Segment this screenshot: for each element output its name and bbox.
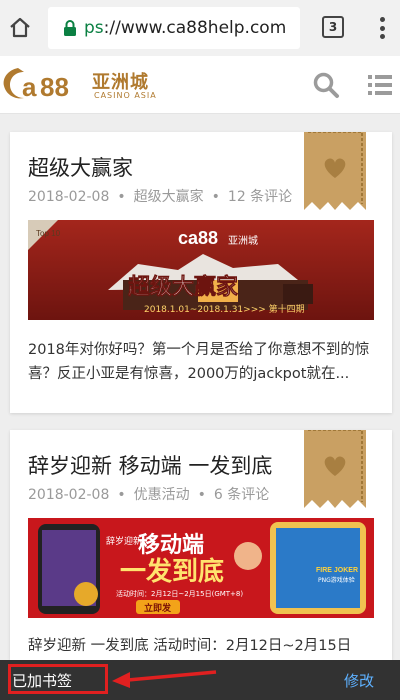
address-bar[interactable]: ps://www.ca88help.com	[48, 7, 300, 49]
more-menu-icon[interactable]	[374, 14, 390, 42]
svg-text:a: a	[22, 72, 37, 102]
post-title[interactable]: 超级大赢家	[28, 152, 133, 182]
post-category[interactable]: 超级大赢家	[134, 189, 204, 205]
url-scheme: ps	[84, 18, 104, 38]
post-excerpt: 2018年对你好吗？第一个月是否给了你意想不到的惊喜？反正小亚是有惊喜，2000…	[28, 342, 370, 382]
post-date: 2018-02-08	[28, 487, 110, 503]
post-banner-image[interactable]: 辞岁迎新 移动端 一发到底 活动时间：2月12日~2月15日(GMT+8) 立即…	[28, 518, 374, 618]
banner-subline: 2018.1.01~2018.1.31>>> 第十四期	[144, 303, 305, 315]
search-icon[interactable]	[312, 71, 340, 99]
post-category[interactable]: 优惠活动	[134, 487, 190, 503]
browser-toolbar: ps://www.ca88help.com 3	[0, 0, 400, 56]
logo-mark: a 88	[3, 68, 69, 102]
post-comments[interactable]: 6 条评论	[214, 487, 269, 503]
banner-cta: 立即发	[144, 602, 172, 614]
banner-game-sub: PNG游戏体验	[318, 576, 355, 584]
favorite-ribbon-icon[interactable]	[304, 430, 366, 508]
url-host: ://www.ca88help.com	[103, 18, 287, 38]
annotation-arrow-icon	[112, 670, 217, 688]
highlight-box	[8, 664, 108, 694]
post-meta: 2018-02-08 • 优惠活动 • 6 条评论	[28, 487, 270, 503]
banner-tag: 辞岁迎新	[106, 535, 142, 547]
post-card[interactable]: 辞岁迎新 移动端 一发到底 2018-02-08 • 优惠活动 • 6 条评论 辞岁迎新…	[10, 430, 392, 660]
post-comments[interactable]: 12 条评论	[228, 189, 292, 205]
banner-headline-2: 一发到底	[120, 556, 224, 587]
post-excerpt: 辞岁迎新 一发到底 活动时间：2月12日~2月15日	[28, 638, 352, 654]
tab-switcher-button[interactable]: 3	[322, 16, 344, 38]
menu-list-icon[interactable]	[366, 72, 394, 98]
post-card[interactable]: 超级大赢家 2018-02-08 • 超级大赢家 • 12 条评论 Top 10 ca8…	[10, 132, 392, 413]
post-date: 2018-02-08	[28, 189, 110, 205]
banner-date-range: 活动时间：2月12日~2月15日(GMT+8)	[116, 589, 243, 598]
favorite-ribbon-icon[interactable]	[304, 132, 366, 210]
post-title[interactable]: 辞岁迎新 移动端 一发到底	[28, 450, 272, 480]
banner-headline-1: 移动端	[138, 532, 204, 558]
lock-icon	[64, 20, 76, 36]
banner-headline: 超级大赢家	[128, 274, 239, 300]
banner-logo-cn: 亚洲城	[228, 235, 258, 247]
site-header: a 88 亚洲城 CASINO ASIA	[0, 56, 400, 114]
banner-badge: Top 10	[36, 229, 61, 238]
banner-logo: ca88	[178, 228, 218, 248]
home-icon[interactable]	[6, 14, 34, 42]
post-meta: 2018-02-08 • 超级大赢家 • 12 条评论	[28, 189, 293, 205]
brand-english: CASINO ASIA	[94, 91, 157, 100]
post-banner-image[interactable]: Top 10 ca88 亚洲城 超级大赢家 2018.1.01~2018.1.3…	[28, 220, 374, 320]
svg-text:88: 88	[40, 72, 69, 102]
site-logo[interactable]: a 88 亚洲城 CASINO ASIA	[0, 64, 160, 106]
banner-game-badge: FIRE JOKER	[316, 567, 358, 574]
snackbar-edit-button[interactable]: 修改	[344, 670, 374, 691]
